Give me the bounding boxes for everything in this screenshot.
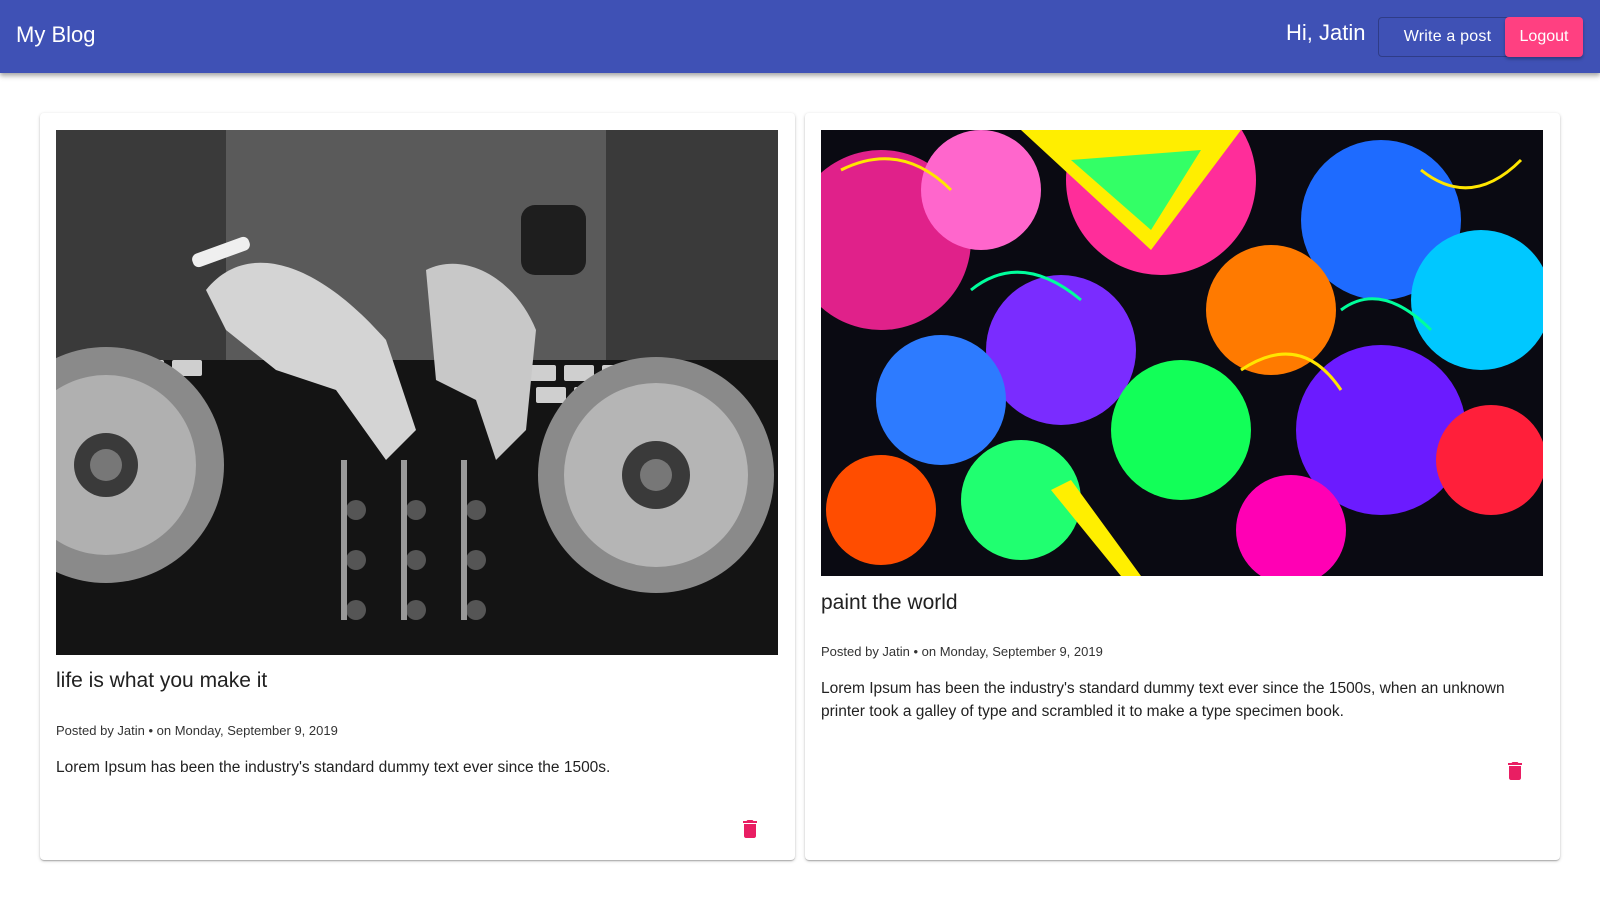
trash-icon[interactable]	[1503, 759, 1527, 783]
post-meta: Posted by Jatin • on Monday, September 9…	[56, 723, 338, 738]
post-title[interactable]: life is what you make it	[56, 669, 267, 693]
post-card: paint the world Posted by Jatin • on Mon…	[805, 113, 1560, 860]
post-body: Lorem Ipsum has been the industry's stan…	[821, 680, 1505, 720]
brand-title[interactable]: My Blog	[16, 22, 95, 48]
post-body: Lorem Ipsum has been the industry's stan…	[56, 759, 611, 776]
trash-icon[interactable]	[738, 817, 762, 841]
post-card: life is what you make it Posted by Jatin…	[40, 113, 795, 860]
app-bar: My Blog Hi, Jatin Write a post Logout	[0, 0, 1600, 73]
post-image-dj-mixer	[56, 130, 778, 655]
user-greeting: Hi, Jatin	[1286, 20, 1366, 45]
post-image-psychedelic-art	[821, 130, 1543, 576]
post-meta: Posted by Jatin • on Monday, September 9…	[821, 644, 1103, 659]
logout-button[interactable]: Logout	[1505, 17, 1583, 57]
post-title[interactable]: paint the world	[821, 591, 958, 615]
write-post-button[interactable]: Write a post	[1378, 17, 1517, 57]
